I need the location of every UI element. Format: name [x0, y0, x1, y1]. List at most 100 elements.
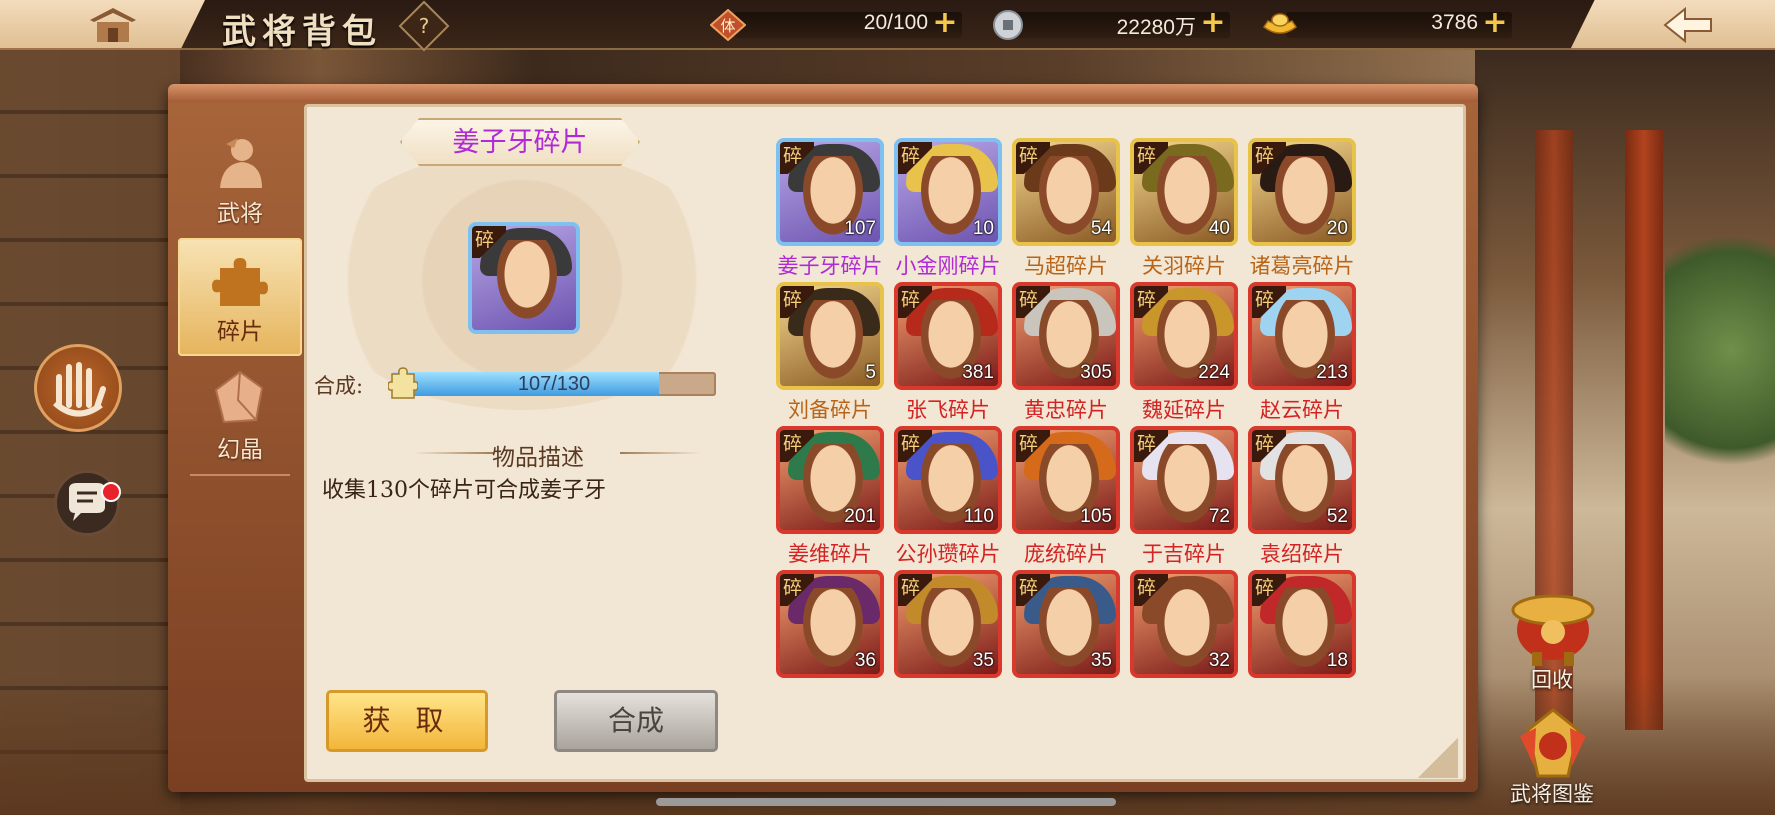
fragment-tag: 碎 — [1252, 430, 1286, 462]
fragment-card: 碎 72 — [1130, 426, 1238, 534]
ingot-value: 3786 — [1431, 11, 1478, 34]
coin-plus-button[interactable]: + — [1198, 8, 1228, 39]
fragment-card: 碎5 — [776, 282, 884, 390]
fragment-item[interactable]: 碎 381 张飞碎片 — [888, 278, 1006, 438]
gold-ingot-icon — [1262, 13, 1298, 34]
description-header: 物品描述 — [492, 445, 584, 471]
tab-fragments-label: 碎片 — [217, 319, 263, 345]
home-indicator — [656, 798, 1116, 806]
fragment-tag: 碎 — [898, 430, 932, 462]
selected-fragment-portrait: 碎 — [468, 222, 580, 334]
fragment-item[interactable]: 碎 10 小金刚碎片 — [888, 134, 1006, 294]
fragment-item[interactable]: 碎 20 诸葛亮碎片 — [1242, 134, 1360, 294]
back-arrow-icon — [1663, 6, 1712, 44]
fragment-item[interactable]: 碎 54 马超碎片 — [1006, 134, 1124, 294]
stamina-value: 20/100 — [863, 11, 928, 34]
fragment-name: 袁绍碎片 — [1260, 542, 1344, 566]
question-icon: ? — [418, 14, 430, 38]
tab-crystals[interactable]: 幻晶 — [178, 356, 302, 474]
fragment-tag: 碎 — [780, 142, 814, 174]
fragment-card: 碎 52 — [1248, 426, 1356, 534]
fragment-card: 碎 110 — [894, 426, 1002, 534]
home-button[interactable] — [0, 0, 205, 50]
main-panel-trim — [168, 84, 1478, 102]
fragment-item[interactable]: 碎 110 公孙瓒碎片 — [888, 422, 1006, 582]
fragment-count: 107 — [844, 218, 876, 239]
fragment-count: 110 — [963, 506, 994, 527]
fragment-card: 碎 35 — [894, 570, 1002, 678]
progress-text: 107/130 — [517, 373, 591, 395]
stamina-display: 体 20/100 + — [710, 8, 962, 41]
fragment-item[interactable]: 碎 224 魏延碎片 — [1124, 278, 1242, 438]
tab-generals[interactable]: 武将 — [178, 120, 302, 238]
fragment-item[interactable]: 碎 72 于吉碎片 — [1124, 422, 1242, 582]
back-button[interactable] — [1570, 0, 1775, 50]
top-bar: 武将背包 ? 体 20/100 + 22280万 + 3786 + — [0, 0, 1775, 52]
fragment-item[interactable]: 碎 107 姜子牙碎片 — [770, 134, 888, 294]
fragment-tag: 碎 — [1016, 142, 1050, 174]
fragment-count: 305 — [1080, 362, 1112, 383]
tab-generals-label: 武将 — [217, 201, 263, 227]
fragment-count: 213 — [1316, 362, 1348, 383]
category-tabs: 武将 碎片 幻晶 — [178, 120, 302, 476]
coin-display: 22280万 + — [990, 8, 1230, 41]
fragment-item[interactable]: 碎 40 关羽碎片 — [1124, 134, 1242, 294]
fragment-item[interactable]: 碎 32 — [1124, 566, 1242, 726]
fragment-count: 52 — [1326, 506, 1348, 527]
help-button[interactable]: ? — [398, 0, 450, 52]
fragment-card: 碎 305 — [1012, 282, 1120, 390]
fragment-count: 40 — [1208, 218, 1230, 239]
recycle-cauldron-icon[interactable] — [1506, 570, 1600, 670]
fragment-tag: 碎 — [1134, 574, 1168, 606]
fragment-tag: 碎 — [898, 286, 932, 318]
fragment-item[interactable]: 碎 36 — [770, 566, 888, 726]
fragment-count: 18 — [1326, 650, 1348, 671]
fragment-item[interactable]: 碎 213 赵云碎片 — [1242, 278, 1360, 438]
ingot-display: 3786 + — [1262, 8, 1512, 41]
fragment-item[interactable]: 碎 305 黄忠碎片 — [1006, 278, 1124, 438]
chat-button[interactable] — [54, 470, 120, 536]
ingot-plus-button[interactable]: + — [1480, 8, 1510, 39]
fragment-count: 36 — [854, 650, 876, 671]
fragment-card: 碎 224 — [1130, 282, 1238, 390]
fragment-item[interactable]: 碎 35 — [888, 566, 1006, 726]
tab-fragments[interactable]: 碎片 — [178, 238, 302, 356]
desc-divider-right — [620, 452, 700, 454]
fragment-count: 72 — [1208, 506, 1230, 527]
gesture-button[interactable] — [34, 344, 122, 432]
stamina-plus-button[interactable]: + — [930, 8, 960, 39]
fragment-card: 碎 32 — [1130, 570, 1238, 678]
fragment-card: 碎 201 — [776, 426, 884, 534]
fragment-count: 35 — [1090, 650, 1112, 671]
general-album-icon[interactable] — [1506, 706, 1600, 786]
synthesize-button[interactable]: 合成 — [554, 690, 718, 752]
fragment-card: 碎 20 — [1248, 138, 1356, 246]
fragment-item[interactable]: 碎 35 — [1006, 566, 1124, 726]
fragment-tag: 碎 — [1252, 142, 1286, 174]
acquire-button[interactable]: 获 取 — [326, 690, 488, 752]
fragment-item[interactable]: 碎 18 — [1242, 566, 1360, 726]
fragment-card: 碎 54 — [1012, 138, 1120, 246]
fragment-count: 201 — [844, 506, 876, 527]
tree — [1665, 200, 1775, 500]
fragment-item[interactable]: 碎 5 刘备碎片 — [770, 278, 888, 438]
fragment-card: 碎 36 — [776, 570, 884, 678]
fragment-item[interactable]: 碎 201 姜维碎片 — [770, 422, 888, 582]
ingot-bar — [1286, 12, 1512, 38]
tab-divider — [190, 474, 290, 476]
fragment-card: 碎 381 — [894, 282, 1002, 390]
synthesis-progress-bar: 107/130 — [392, 372, 716, 396]
page-title: 武将背包 — [222, 12, 382, 52]
home-icon — [90, 8, 136, 42]
fragment-card: 碎 40 — [1130, 138, 1238, 246]
fragment-count: 381 — [962, 362, 994, 383]
fragment-count: 105 — [1080, 506, 1112, 527]
fragment-count: 224 — [1198, 362, 1230, 383]
fragment-count: 5 — [865, 362, 876, 383]
tab-crystals-label: 幻晶 — [217, 437, 263, 463]
fragment-tag: 碎 — [1134, 142, 1168, 174]
coin-icon — [993, 10, 1023, 40]
fragment-item[interactable]: 碎 105 庞统碎片 — [1006, 422, 1124, 582]
description-text: 收集130个碎片可合成姜子牙 — [322, 478, 606, 503]
fragment-item[interactable]: 碎 52 袁绍碎片 — [1242, 422, 1360, 582]
